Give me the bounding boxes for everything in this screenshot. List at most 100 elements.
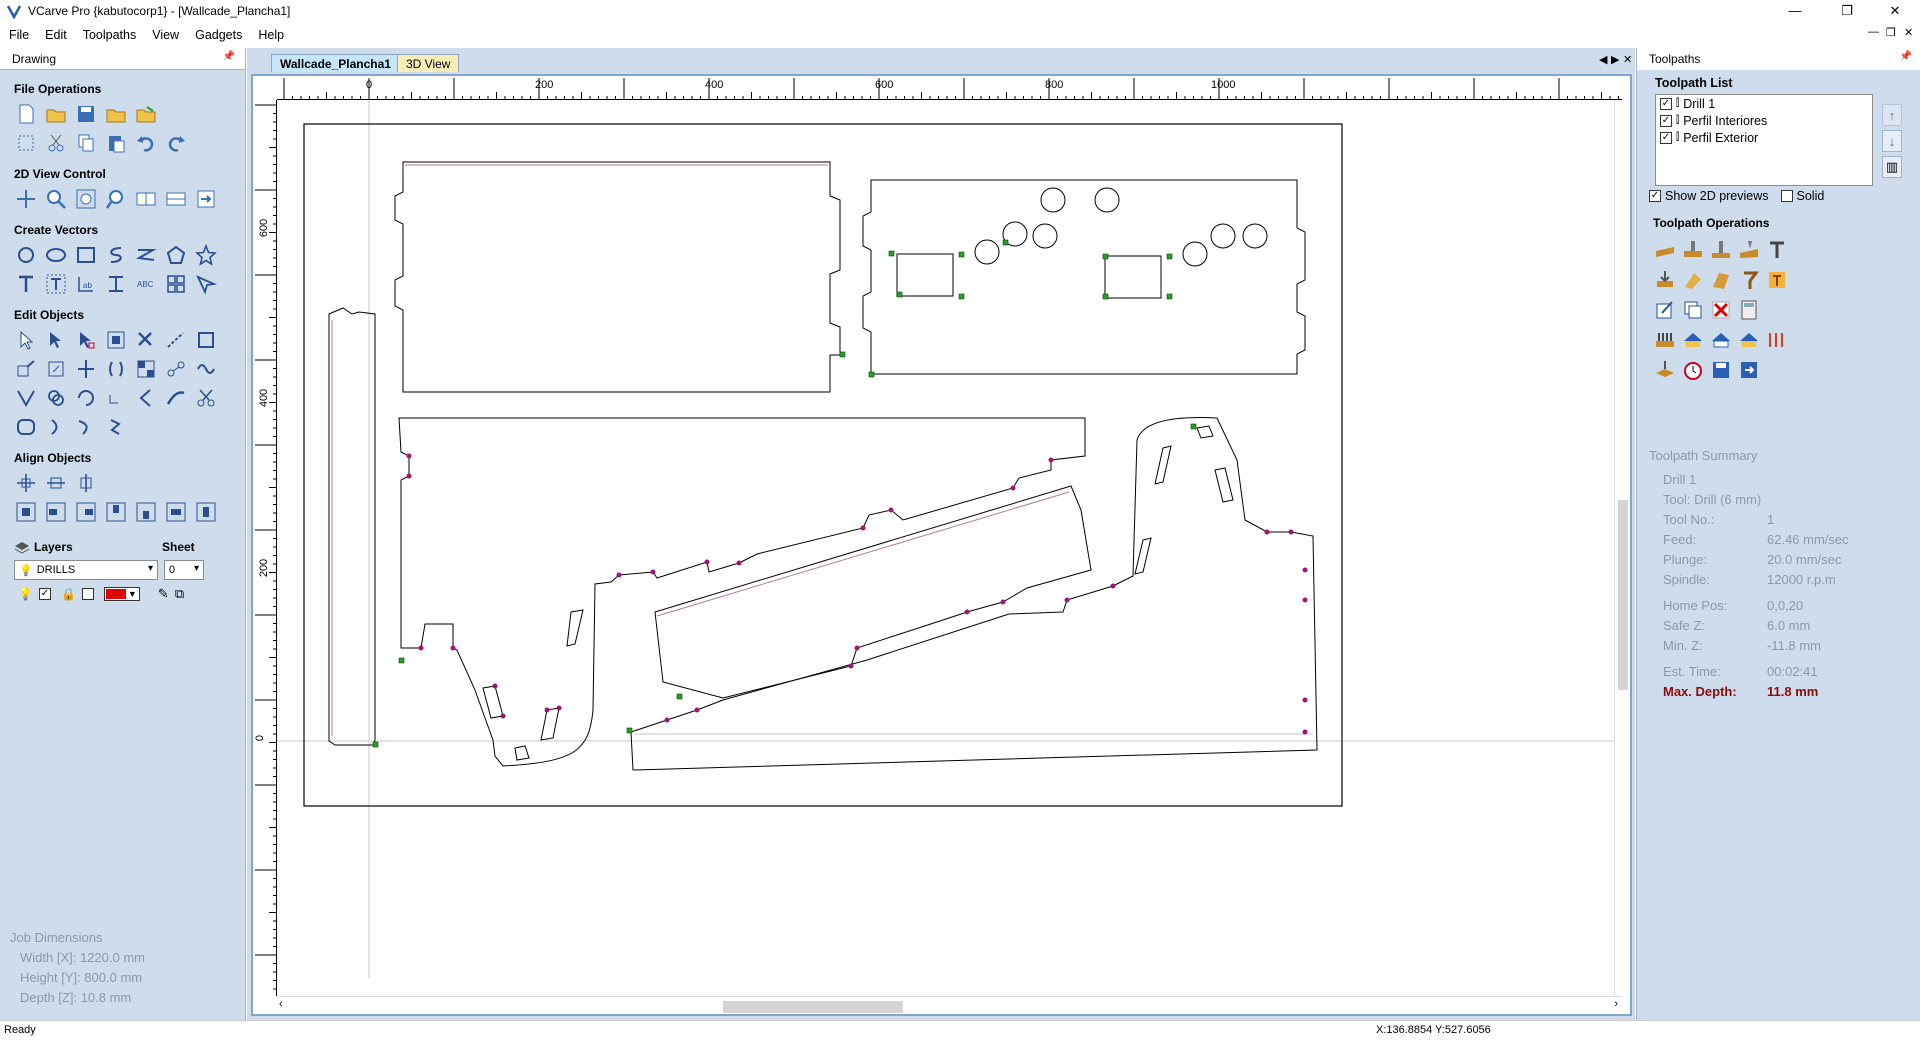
- group-icon[interactable]: [134, 357, 158, 381]
- horizontal-scroll-thumb[interactable]: [723, 1001, 903, 1013]
- zoom-extents-icon[interactable]: [74, 187, 98, 211]
- cut-vector-icon[interactable]: [194, 386, 218, 410]
- rectangle-icon[interactable]: [74, 243, 98, 267]
- extend-icon[interactable]: [134, 386, 158, 410]
- align-vertical-icon[interactable]: [74, 471, 98, 495]
- align-horizontal-icon[interactable]: [44, 471, 68, 495]
- transform-icon[interactable]: [74, 328, 98, 352]
- text-icon[interactable]: [14, 272, 38, 296]
- toolpath-calculator-icon[interactable]: [1737, 298, 1761, 322]
- paste-icon[interactable]: [104, 131, 128, 155]
- sheet-select[interactable]: 0 ▾: [164, 560, 204, 580]
- layer-lock-checkbox[interactable]: [81, 588, 94, 600]
- vector-drawing[interactable]: [277, 100, 1622, 978]
- zoom-selection-icon[interactable]: [104, 187, 128, 211]
- move-up-button[interactable]: ↑: [1882, 104, 1902, 126]
- edit-toolpath-icon[interactable]: [1653, 298, 1677, 322]
- menu-toolpaths[interactable]: Toolpaths: [76, 28, 144, 42]
- size-icon[interactable]: [104, 328, 128, 352]
- polyline-icon[interactable]: [104, 243, 128, 267]
- rotate-icon[interactable]: [44, 357, 68, 381]
- save-toolpaths-icon[interactable]: [1709, 358, 1733, 382]
- save-toolpath-icon[interactable]: [1709, 328, 1733, 352]
- layer-visible-icon[interactable]: 💡: [18, 587, 33, 601]
- toolpath-checkbox[interactable]: ✓: [1660, 131, 1672, 144]
- mirror-icon[interactable]: [74, 357, 98, 381]
- arc-icon[interactable]: [44, 415, 68, 439]
- copy-toolpath-icon[interactable]: [1681, 298, 1705, 322]
- maximize-button[interactable]: ❐: [1824, 0, 1870, 22]
- layer-properties-icon[interactable]: ✎: [158, 586, 169, 602]
- distort-icon[interactable]: [104, 357, 128, 381]
- inlay-toolpath-icon[interactable]: [1653, 268, 1677, 292]
- prism-toolpath-icon[interactable]: [1709, 268, 1733, 292]
- align-bottom-icon[interactable]: [134, 500, 158, 524]
- solid-checkbox[interactable]: [1780, 190, 1793, 202]
- import-icon[interactable]: [104, 102, 128, 126]
- vertical-scrollbar[interactable]: [1614, 100, 1630, 996]
- merge-toolpath-icon[interactable]: [1765, 328, 1789, 352]
- layer-color-swatch[interactable]: ▼: [103, 587, 140, 601]
- tab-3d-view[interactable]: 3D View: [397, 54, 460, 72]
- preview-toolpaths-icon[interactable]: [1681, 328, 1705, 352]
- zoom-icon[interactable]: [44, 187, 68, 211]
- chamfer-icon[interactable]: [104, 386, 128, 410]
- layer-visible-checkbox[interactable]: ✓: [38, 588, 51, 600]
- delete-nodes-icon[interactable]: [134, 328, 158, 352]
- text-frame-icon[interactable]: [44, 272, 68, 296]
- trim-icon[interactable]: [14, 386, 38, 410]
- view-toggle-icon[interactable]: [134, 187, 158, 211]
- scale-icon[interactable]: [194, 328, 218, 352]
- show-2d-previews-checkbox[interactable]: ✓: [1649, 190, 1661, 202]
- job-setup-icon[interactable]: [1737, 328, 1761, 352]
- horizontal-scrollbar[interactable]: ‹ ›: [277, 996, 1622, 1014]
- star-icon[interactable]: [194, 243, 218, 267]
- toolpath-item[interactable]: ✓ ⫿ Drill 1: [1656, 95, 1872, 112]
- weld-icon[interactable]: [194, 357, 218, 381]
- ellipse-icon[interactable]: [44, 243, 68, 267]
- save-file-icon[interactable]: [74, 102, 98, 126]
- move-down-button[interactable]: ↓: [1882, 130, 1902, 152]
- tab-wallcade-plancha1[interactable]: Wallcade_Plancha1: [271, 54, 400, 72]
- curve-icon[interactable]: [134, 243, 158, 267]
- mdi-restore-icon[interactable]: ❐: [1886, 26, 1896, 39]
- align-left-icon[interactable]: [44, 500, 68, 524]
- texture-toolpath-icon[interactable]: [1765, 268, 1789, 292]
- tab-next-icon[interactable]: ▶: [1611, 53, 1619, 66]
- drilling-toolpath-icon[interactable]: [1709, 238, 1733, 262]
- tab-close-icon[interactable]: ✕: [1623, 53, 1632, 66]
- offset-icon[interactable]: [44, 386, 68, 410]
- array-icon[interactable]: [164, 272, 188, 296]
- move-icon[interactable]: [14, 357, 38, 381]
- toolpath-item[interactable]: ✓ ⫿ Perfil Exterior: [1656, 129, 1872, 146]
- circle-icon[interactable]: [14, 243, 38, 267]
- bezier-icon[interactable]: [104, 415, 128, 439]
- menu-help[interactable]: Help: [251, 28, 291, 42]
- menu-file[interactable]: File: [2, 28, 36, 42]
- toolpath-checkbox[interactable]: ✓: [1660, 97, 1672, 110]
- vcarve-toolpath-icon[interactable]: [1737, 238, 1761, 262]
- toggle-panel-icon[interactable]: [194, 187, 218, 211]
- engraving-toolpath-icon[interactable]: [1765, 238, 1789, 262]
- tab-prev-icon[interactable]: ◀: [1599, 53, 1607, 66]
- align-top-icon[interactable]: [104, 500, 128, 524]
- delete-toolpath-icon[interactable]: [1709, 298, 1733, 322]
- center-align-icon[interactable]: [14, 471, 38, 495]
- profile-toolpath-icon[interactable]: [1653, 238, 1677, 262]
- pan-icon[interactable]: [14, 187, 38, 211]
- lock-icon[interactable]: 🔒: [61, 587, 76, 601]
- copy-icon[interactable]: [74, 131, 98, 155]
- join-vectors-icon[interactable]: [164, 357, 188, 381]
- export-icon[interactable]: [134, 102, 158, 126]
- vector-arrow-icon[interactable]: [194, 272, 218, 296]
- layer-view-icon[interactable]: [164, 187, 188, 211]
- material-setup-icon[interactable]: [1653, 358, 1677, 382]
- center-in-material-icon[interactable]: [14, 500, 38, 524]
- fillet-icon[interactable]: [74, 386, 98, 410]
- undo-icon[interactable]: [134, 131, 158, 155]
- align-right-icon[interactable]: [74, 500, 98, 524]
- new-file-icon[interactable]: [14, 102, 38, 126]
- pin-icon[interactable]: 📌: [223, 51, 235, 62]
- open-file-icon[interactable]: [44, 102, 68, 126]
- vertical-scroll-thumb[interactable]: [1618, 500, 1628, 690]
